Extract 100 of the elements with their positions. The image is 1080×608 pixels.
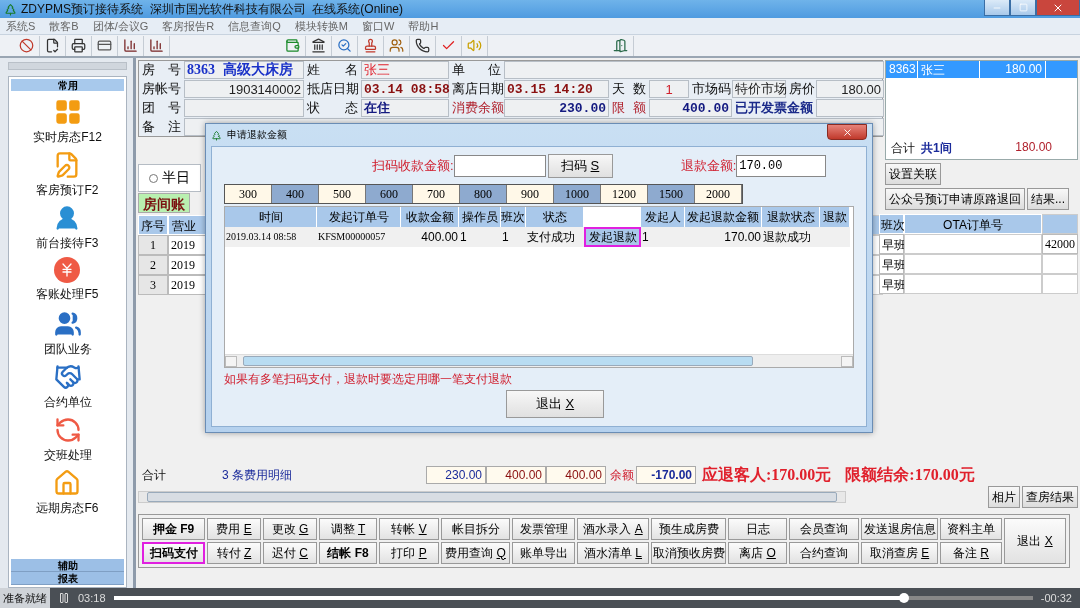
checklist-icon[interactable] [45, 38, 60, 53]
radio-option[interactable]: 半日 [138, 164, 201, 192]
action-button[interactable]: 酒水录入 A [577, 518, 649, 540]
sidebar-item[interactable]: 团队业务 [43, 341, 92, 358]
amount-field: 400.00 [546, 466, 606, 484]
sidebar-section-header[interactable]: 报表 [11, 572, 124, 585]
bank-icon[interactable] [311, 38, 326, 53]
no-entry-icon[interactable] [19, 38, 34, 53]
action-button[interactable]: 费用查询 Q [441, 542, 510, 564]
action-button[interactable]: 合约查询 [789, 542, 859, 564]
status-text: 准备就绪 [0, 588, 50, 608]
menu-item[interactable]: 模块转换M [294, 18, 348, 34]
menu-item[interactable]: 帮助H [408, 18, 439, 34]
action-button[interactable]: 扫码支付 [142, 542, 205, 564]
amount-chip[interactable]: 900 [507, 185, 554, 203]
printer-icon[interactable] [71, 38, 86, 53]
action-button[interactable]: 更改 G [263, 518, 317, 540]
close-button[interactable] [827, 124, 867, 140]
hint-text: 如果有多笔扫码支付，退款时要选定用哪一笔支付退款 [224, 371, 513, 388]
pause-icon[interactable] [58, 592, 70, 604]
menu-item[interactable]: 窗口W [362, 18, 395, 34]
action-button[interactable]: 相片 [988, 486, 1020, 508]
amount-chip[interactable]: 600 [366, 185, 413, 203]
door-icon[interactable] [613, 38, 628, 53]
sidebar-item[interactable]: 客房预订F2 [36, 182, 99, 199]
ledger-tab[interactable]: 房间账 [138, 193, 190, 213]
action-button[interactable]: 打印 P [379, 542, 439, 564]
action-button[interactable]: 取消预收房费 [651, 542, 726, 564]
sidebar-item[interactable]: 客账处理F5 [36, 286, 99, 303]
sidebar-item[interactable]: 前台接待F3 [36, 235, 99, 252]
input-field[interactable] [453, 155, 546, 177]
field-value: 特价市场 [732, 80, 786, 98]
action-button[interactable]: 账单导出 [512, 542, 575, 564]
summary-label: 合计 [141, 466, 167, 484]
horizontal-scrollbar[interactable] [225, 354, 853, 367]
maximize-button[interactable] [1010, 0, 1036, 16]
stamp-icon[interactable] [363, 38, 378, 53]
sidebar-item[interactable]: 实时房态F12 [33, 129, 102, 146]
action-button[interactable]: 调整 T [319, 518, 377, 540]
sidebar-item[interactable]: 合约单位 [43, 394, 92, 411]
menu-item[interactable]: 客房报告R [162, 18, 215, 34]
scan-button[interactable]: 扫码 S [547, 154, 613, 178]
refund-button[interactable]: 发起退款 [584, 227, 641, 247]
amount-chip[interactable]: 1200 [601, 185, 648, 203]
menu-item[interactable]: 散客B [49, 18, 79, 34]
amount-chip[interactable]: 400 [272, 185, 319, 203]
amount-chip[interactable]: 1500 [648, 185, 695, 203]
menu-item[interactable]: 系统S [6, 18, 36, 34]
action-button[interactable]: 结果... [1027, 188, 1069, 210]
table-cell: 400.00 [401, 227, 459, 247]
action-button[interactable]: 转付 Z [207, 542, 261, 564]
column-header: 操作员 [459, 207, 501, 227]
action-button[interactable]: 日志 [728, 518, 787, 540]
sidebar-section-header[interactable]: 常用 [11, 79, 124, 92]
action-button[interactable]: 发送退房信息 [861, 518, 938, 540]
link-button[interactable]: 设置关联 [885, 163, 941, 185]
column-header: 退款状态 [762, 207, 820, 227]
action-button[interactable]: 离店 O [728, 542, 787, 564]
action-button[interactable]: 预生成房费 [651, 518, 726, 540]
action-button[interactable]: 会员查询 [789, 518, 859, 540]
action-button[interactable]: 备注 R [940, 542, 1002, 564]
action-button[interactable]: 退出 X [1004, 518, 1066, 564]
action-button[interactable]: 查房结果 [1022, 486, 1078, 508]
minimize-button[interactable] [984, 0, 1010, 16]
amount-chip[interactable]: 800 [460, 185, 507, 203]
horizontal-scrollbar[interactable] [138, 491, 846, 503]
amount-chip[interactable]: 2000 [695, 185, 742, 203]
menu-item[interactable]: 团体/会议G [92, 18, 149, 34]
amount-chip[interactable]: 300 [225, 185, 272, 203]
magnifier-icon[interactable] [337, 38, 352, 53]
action-button[interactable]: 公众号预订申请原路退回 [885, 188, 1025, 210]
amount-chip[interactable]: 700 [413, 185, 460, 203]
phone-icon[interactable] [415, 38, 430, 53]
action-button[interactable]: 押金 F9 [142, 518, 205, 540]
people-icon[interactable] [389, 38, 404, 53]
bar-chart-icon[interactable] [149, 38, 164, 53]
exit-button[interactable]: 退出 X [506, 390, 604, 418]
sidebar-item[interactable]: 交班处理 [43, 447, 92, 464]
progress-knob[interactable] [899, 593, 910, 603]
input-field[interactable]: 170.00 [736, 155, 827, 177]
sidebar-section-header[interactable]: 辅助 [11, 559, 124, 572]
sidebar-item[interactable]: 远期房态F6 [36, 500, 99, 517]
table-cell: 支付成功 [526, 227, 584, 247]
action-button[interactable]: 结帐 F8 [319, 542, 377, 564]
action-button[interactable]: 资料主单 [940, 518, 1002, 540]
amount-chip[interactable]: 500 [319, 185, 366, 203]
action-button[interactable]: 迟付 C [263, 542, 317, 564]
action-button[interactable]: 费用 E [207, 518, 261, 540]
action-button[interactable]: 发票管理 [512, 518, 575, 540]
amount-chip[interactable]: 1000 [554, 185, 601, 203]
action-button[interactable]: 取消查房 E [861, 542, 938, 564]
action-button[interactable]: 酒水清单 L [577, 542, 649, 564]
card-icon[interactable] [97, 38, 112, 53]
action-button[interactable]: 帐目拆分 [441, 518, 510, 540]
wallet-icon[interactable] [285, 38, 300, 53]
bar-chart-icon[interactable] [123, 38, 138, 53]
group-icon [53, 310, 82, 338]
action-button[interactable]: 转帐 V [379, 518, 439, 540]
menu-item[interactable]: 信息查询Q [228, 18, 281, 34]
summary-detail: 3 条费用明细 [221, 466, 293, 484]
